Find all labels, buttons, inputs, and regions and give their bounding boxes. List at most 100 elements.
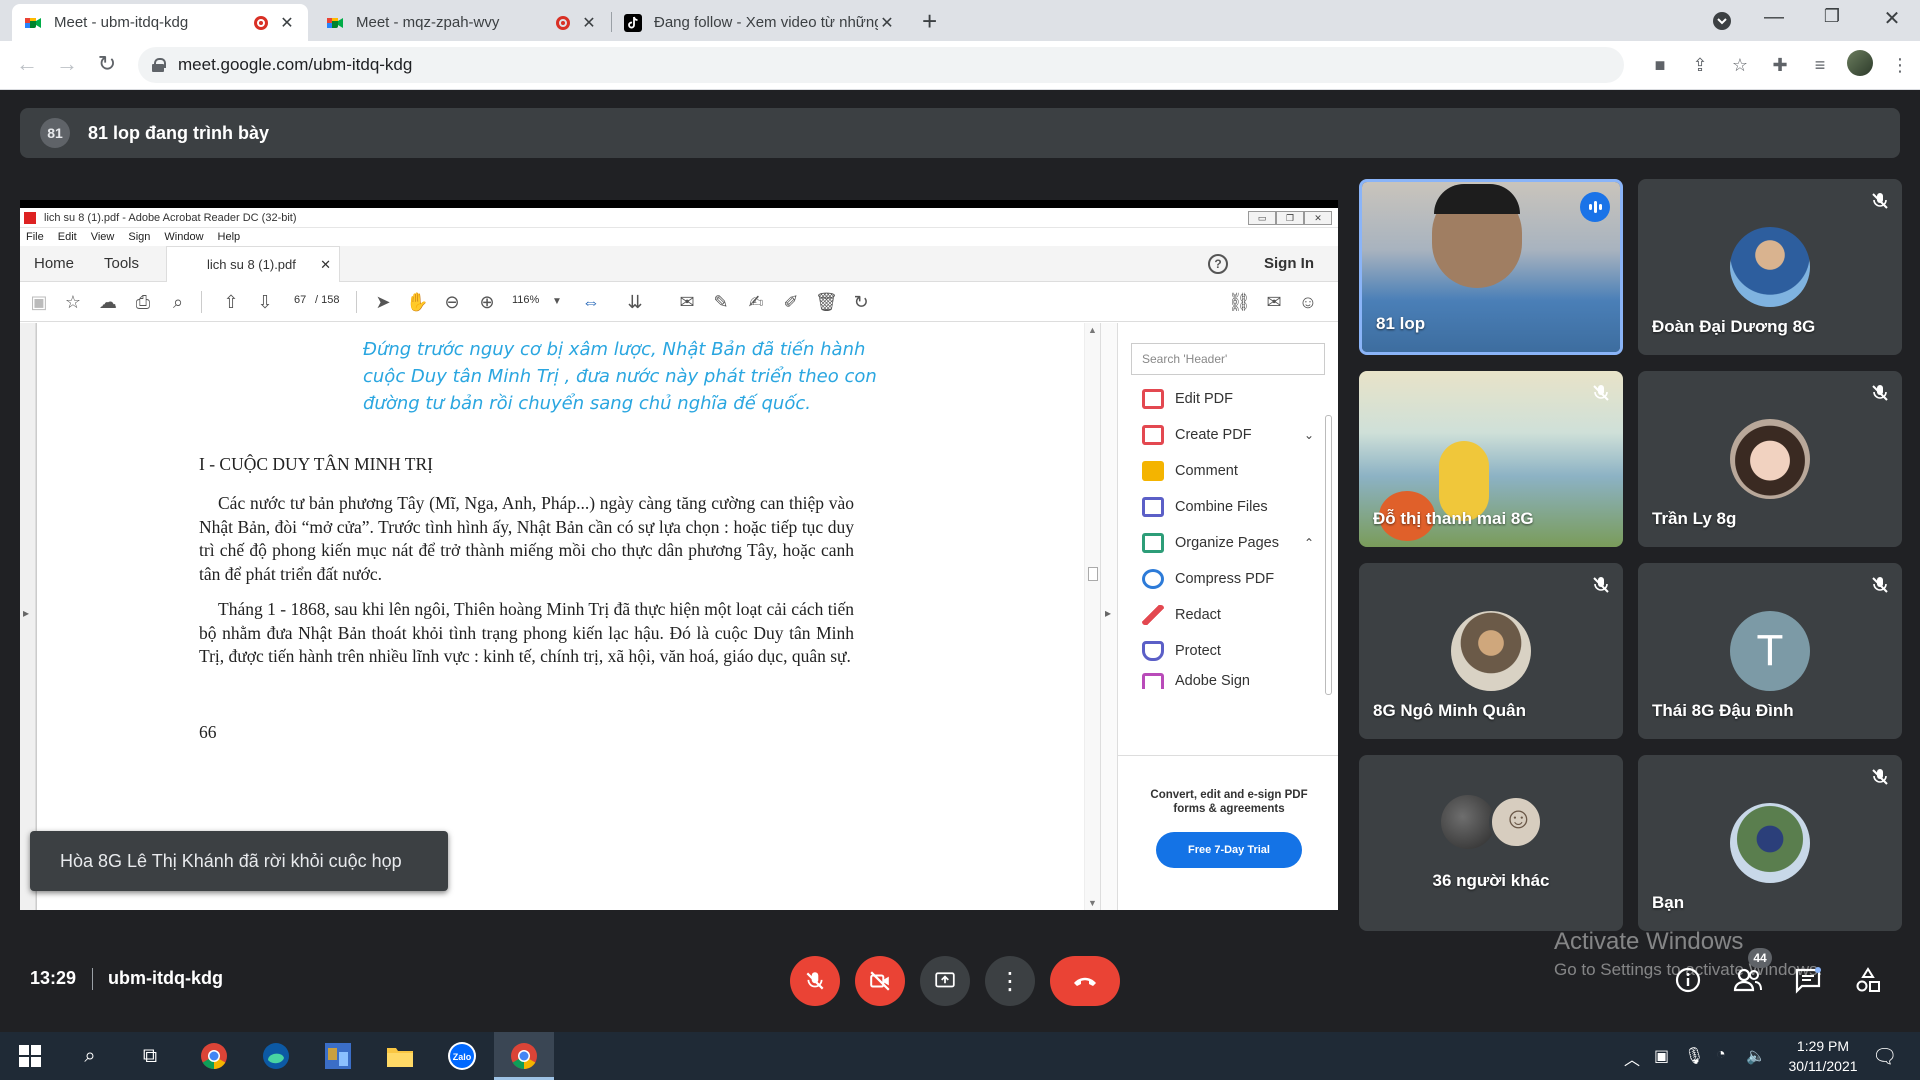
toggle-camera-button[interactable] [855,956,905,1006]
tool-adobe-sign[interactable]: Adobe Sign [1142,673,1250,689]
participant-tile-you[interactable]: Bạn [1638,755,1902,931]
scroll-down-icon[interactable]: ▼ [1088,898,1097,908]
tool-combine-files[interactable]: Combine Files [1142,495,1268,519]
forward-arrow-icon[interactable]: → [52,51,82,77]
share-link-icon[interactable]: ⛓ [1228,291,1251,313]
chevron-down-icon[interactable]: ▼ [546,291,568,313]
tool-create-pdf[interactable]: Create PDF ⌄ [1142,423,1314,447]
address-bar[interactable]: meet.google.com/ubm-itdq-kdg [138,47,1624,83]
media-control-icon[interactable]: ≡ [1800,55,1840,76]
extensions-puzzle-icon[interactable]: ✚ [1760,55,1800,76]
select-cursor-icon[interactable]: ➤ [372,291,394,313]
participant-tile-doan-dai-duong[interactable]: Đoàn Đại Dương 8G [1638,179,1902,355]
minimize-window-icon[interactable]: — [1754,6,1794,29]
chrome-icon-active[interactable] [508,1040,540,1072]
account-icon[interactable]: ☺ [1297,291,1319,313]
tool-redact[interactable]: Redact [1142,603,1221,627]
left-panel-toggle[interactable] [20,323,36,910]
help-icon[interactable]: ? [1208,254,1228,274]
previous-page-icon[interactable]: ⇧ [220,291,242,313]
upload-cloud-icon[interactable]: ☁ [97,291,119,313]
restore-window-icon[interactable]: ❐ [1812,6,1852,27]
wifi-icon[interactable]: ◔ [1716,1046,1726,1064]
acrobat-restore-icon[interactable]: ❐ [1276,211,1304,225]
tab-home[interactable]: Home [34,246,74,282]
show-hidden-icons[interactable]: ︿ [1624,1046,1640,1070]
tab-document[interactable]: lich su 8 (1).pdf ✕ [166,246,340,282]
delete-icon[interactable]: 🗑 [815,291,838,313]
participant-tile-thai-dau-dinh[interactable]: T Thái 8G Đậu Đình [1638,563,1902,739]
close-tab-icon[interactable]: ✕ [278,13,296,33]
menu-file[interactable]: File [26,231,44,243]
tool-protect[interactable]: Protect [1142,639,1221,663]
leave-call-button[interactable] [1050,956,1120,1006]
menu-edit[interactable]: Edit [58,231,77,243]
browser-tab-meet-ubm[interactable]: Meet - ubm-itdq-kdg ✕ [12,4,308,41]
reload-icon[interactable]: ↻ [92,51,122,77]
free-trial-button[interactable]: Free 7-Day Trial [1156,832,1302,868]
close-tab-icon[interactable]: ✕ [580,13,598,33]
participant-tile-ngo-minh-quan[interactable]: 8G Ngô Minh Quân [1359,563,1623,739]
zoom-search-icon[interactable]: ⌕ [167,291,189,313]
menu-view[interactable]: View [91,231,115,243]
fit-page-icon[interactable]: ⇔ [580,291,602,313]
tool-compress-pdf[interactable]: Compress PDF [1142,567,1274,591]
show-everyone-button[interactable] [1732,966,1764,998]
browser-tab-meet-mqz[interactable]: Meet - mqz-zpah-wvy ✕ [314,4,610,41]
notifications-icon[interactable]: 🗨 [1872,1044,1897,1069]
activities-button[interactable] [1852,966,1884,998]
chat-button[interactable] [1792,966,1824,998]
next-page-icon[interactable]: ⇩ [254,291,276,313]
tools-scrollbar[interactable] [1322,385,1334,745]
close-tab-icon[interactable]: ✕ [878,13,896,33]
sign-in-button[interactable]: Sign In [1264,246,1314,282]
zoom-level-select[interactable]: 116% [512,294,539,306]
scroll-up-icon[interactable]: ▲ [1088,325,1097,335]
microphone-icon[interactable]: 🎙 [1684,1046,1704,1066]
zoom-out-icon[interactable]: ⊖ [441,291,463,313]
more-options-button[interactable]: ⋮ [985,956,1035,1006]
volume-icon[interactable]: 🔈 [1746,1046,1766,1066]
tab-tools[interactable]: Tools [104,246,139,282]
chevron-up-icon[interactable]: ⌃ [1304,536,1314,550]
tab-search-icon[interactable] [1702,11,1742,34]
menu-help[interactable]: Help [218,231,241,243]
scrollbar-thumb[interactable] [1325,415,1332,695]
highlight-pen-icon[interactable]: ✎ [710,291,732,313]
chevron-down-icon[interactable]: ⌄ [1304,428,1314,442]
meeting-details-button[interactable] [1672,966,1704,998]
search-icon[interactable]: ⌕ [74,1040,106,1072]
participant-tile-do-thi-thanh-mai[interactable]: Đỗ thị thanh mai 8G [1359,371,1623,547]
draw-icon[interactable]: ✍ [745,291,767,313]
tool-comment[interactable]: Comment [1142,459,1238,483]
print-icon[interactable]: ⎙ [132,291,154,313]
hand-tool-icon[interactable]: ✋ [406,291,428,313]
profile-avatar[interactable] [1840,50,1880,81]
menu-window[interactable]: Window [164,231,203,243]
rotate-icon[interactable]: ↻ [850,291,872,313]
camera-blocked-icon[interactable]: ■ [1640,55,1680,76]
chrome-icon[interactable] [198,1040,230,1072]
tools-search-input[interactable]: Search 'Header' [1131,343,1325,375]
participant-tile-81-lop[interactable]: 81 lop [1359,179,1623,355]
zalo-icon[interactable]: Zalo [446,1040,478,1072]
tool-edit-pdf[interactable]: Edit PDF [1142,387,1233,411]
menu-sign[interactable]: Sign [128,231,150,243]
participant-tile-tran-ly[interactable]: Trần Ly 8g [1638,371,1902,547]
back-arrow-icon[interactable]: ← [12,51,42,77]
app-shortcut-icon[interactable] [322,1040,354,1072]
system-clock[interactable]: 1:29 PM 30/11/2021 [1786,1036,1860,1076]
stamp-icon[interactable]: ✐ [780,291,802,313]
meet-now-icon[interactable]: ▣ [1654,1046,1669,1066]
new-tab-button[interactable]: + [922,6,937,37]
close-document-icon[interactable]: ✕ [320,247,331,283]
browser-menu-icon[interactable]: ⋮ [1880,55,1920,76]
close-window-icon[interactable]: ✕ [1872,6,1912,31]
bookmark-star-icon[interactable]: ☆ [62,291,84,313]
acrobat-close-icon[interactable]: ✕ [1304,211,1332,225]
save-icon[interactable]: ▣ [28,291,50,313]
bookmark-star-icon[interactable]: ☆ [1720,55,1760,76]
tool-organize-pages[interactable]: Organize Pages ⌃ [1142,531,1314,555]
email-icon[interactable]: ✉ [1263,291,1285,313]
present-screen-button[interactable] [920,956,970,1006]
